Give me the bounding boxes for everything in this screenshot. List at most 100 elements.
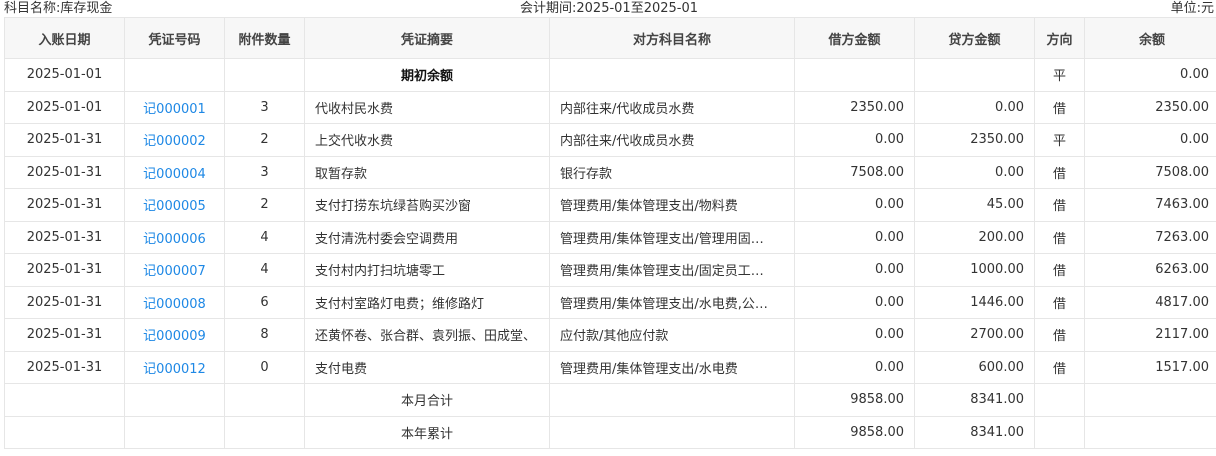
- cell-empty: [224, 383, 305, 417]
- cell-direction: 借: [1034, 350, 1085, 384]
- cell-voucher: 记000009: [124, 318, 225, 352]
- voucher-link[interactable]: 记000001: [143, 102, 206, 117]
- cell-counter-account: 应付款/其他应付款: [549, 318, 795, 352]
- cell-direction: 平: [1034, 58, 1085, 92]
- cell-voucher: 记000012: [124, 350, 225, 384]
- cell-direction: 借: [1034, 253, 1085, 287]
- cell-date: 2025-01-31: [4, 155, 125, 189]
- table-row[interactable]: 2025-01-01 期初余额 平 0.00: [4, 58, 1216, 92]
- cell-direction: 借: [1034, 155, 1085, 189]
- table-header-row: 入账日期 凭证号码 附件数量 凭证摘要 对方科目名称 借方金额 贷方金额 方向 …: [4, 17, 1216, 59]
- column-header-credit[interactable]: 贷方金额: [914, 17, 1035, 59]
- voucher-link[interactable]: 记000004: [143, 167, 206, 182]
- cell-date: 2025-01-01: [4, 58, 125, 92]
- column-header-counter-account[interactable]: 对方科目名称: [549, 17, 795, 59]
- cell-empty: [1034, 383, 1085, 417]
- table-row[interactable]: 2025-01-31 记000008 6 支付村室路灯电费；维修路灯 管理费用/集体管理…: [4, 285, 1216, 319]
- totals-label: 本月合计: [304, 383, 550, 417]
- cell-voucher: 记000008: [124, 285, 225, 319]
- column-header-balance[interactable]: 余额: [1084, 17, 1216, 59]
- totals-row: 本月合计 9858.00 8341.00: [4, 383, 1216, 417]
- cell-direction: 借: [1034, 220, 1085, 254]
- cell-summary: 期初余额: [304, 58, 550, 92]
- cell-debit: 2350.00: [794, 90, 915, 124]
- cell-summary: 取暂存款: [304, 155, 550, 189]
- column-header-voucher[interactable]: 凭证号码: [124, 17, 225, 59]
- cell-empty: [124, 383, 225, 417]
- cell-attachments: 0: [224, 350, 305, 384]
- cell-summary: 上交代收水费: [304, 123, 550, 157]
- cell-voucher: 记000005: [124, 188, 225, 222]
- cell-balance: 6263.00: [1084, 253, 1216, 287]
- voucher-link[interactable]: 记000012: [143, 362, 206, 377]
- cell-summary: 还黄怀卷、张合群、袁列振、田成堂、: [304, 318, 550, 352]
- cell-counter-account: [549, 58, 795, 92]
- cell-balance: 0.00: [1084, 58, 1216, 92]
- cell-debit: 0.00: [794, 220, 915, 254]
- cell-credit: 0.00: [914, 155, 1035, 189]
- cell-voucher: 记000002: [124, 123, 225, 157]
- cell-voucher: 记000006: [124, 220, 225, 254]
- cell-balance: 7263.00: [1084, 220, 1216, 254]
- table-row[interactable]: 2025-01-01 记000001 3 代收村民水费 内部往来/代收成员水费 2350.…: [4, 90, 1216, 124]
- cell-counter-account: 内部往来/代收成员水费: [549, 90, 795, 124]
- cell-attachments: 4: [224, 220, 305, 254]
- cell-credit: 600.00: [914, 350, 1035, 384]
- cell-credit: 2700.00: [914, 318, 1035, 352]
- cell-voucher: 记000001: [124, 90, 225, 124]
- cell-counter-account: 管理费用/集体管理支出/管理用固…: [549, 220, 795, 254]
- cell-counter-account: 管理费用/集体管理支出/水电费,公…: [549, 285, 795, 319]
- cell-direction: 平: [1034, 123, 1085, 157]
- cell-empty: [4, 383, 125, 417]
- cell-summary: 支付村室路灯电费；维修路灯: [304, 285, 550, 319]
- column-header-debit[interactable]: 借方金额: [794, 17, 915, 59]
- cell-direction: 借: [1034, 188, 1085, 222]
- table-row[interactable]: 2025-01-31 记000002 2 上交代收水费 内部往来/代收成员水费 0.00 2…: [4, 123, 1216, 157]
- cell-debit: 7508.00: [794, 155, 915, 189]
- cell-counter-account: 管理费用/集体管理支出/固定员工…: [549, 253, 795, 287]
- table-row[interactable]: 2025-01-31 记000012 0 支付电费 管理费用/集体管理支出/水电费 0.0…: [4, 350, 1216, 384]
- cell-credit: 1000.00: [914, 253, 1035, 287]
- cell-date: 2025-01-31: [4, 220, 125, 254]
- cell-attachments: 8: [224, 318, 305, 352]
- table-row[interactable]: 2025-01-31 记000004 3 取暂存款 银行存款 7508.00 0.00 借 75…: [4, 155, 1216, 189]
- totals-credit: 8341.00: [914, 383, 1035, 417]
- column-header-summary[interactable]: 凭证摘要: [304, 17, 550, 59]
- table-row[interactable]: 2025-01-31 记000009 8 还黄怀卷、张合群、袁列振、田成堂、 应付款/其…: [4, 318, 1216, 352]
- cell-empty: [124, 415, 225, 449]
- cell-debit: 0.00: [794, 123, 915, 157]
- cell-summary: 代收村民水费: [304, 90, 550, 124]
- cell-debit: 0.00: [794, 350, 915, 384]
- cell-empty: [224, 415, 305, 449]
- cell-credit: 2350.00: [914, 123, 1035, 157]
- cell-balance: 1517.00: [1084, 350, 1216, 384]
- cell-summary: 支付清洗村委会空调费用: [304, 220, 550, 254]
- cell-counter-account: 管理费用/集体管理支出/物料费: [549, 188, 795, 222]
- cell-direction: 借: [1034, 90, 1085, 124]
- table-row[interactable]: 2025-01-31 记000006 4 支付清洗村委会空调费用 管理费用/集体管理支出…: [4, 220, 1216, 254]
- voucher-link[interactable]: 记000008: [143, 297, 206, 312]
- column-header-attachments[interactable]: 附件数量: [224, 17, 305, 59]
- cell-credit: [914, 58, 1035, 92]
- column-header-direction[interactable]: 方向: [1034, 17, 1085, 59]
- cell-balance: 2350.00: [1084, 90, 1216, 124]
- voucher-link[interactable]: 记000007: [143, 264, 206, 279]
- cell-attachments: 2: [224, 123, 305, 157]
- cell-credit: 1446.00: [914, 285, 1035, 319]
- voucher-link[interactable]: 记000009: [143, 329, 206, 344]
- cell-date: 2025-01-31: [4, 350, 125, 384]
- table-row[interactable]: 2025-01-31 记000005 2 支付打捞东坑绿苔购买沙窗 管理费用/集体管理支…: [4, 188, 1216, 222]
- voucher-link[interactable]: 记000005: [143, 199, 206, 214]
- ledger-table: 入账日期 凭证号码 附件数量 凭证摘要 对方科目名称 借方金额 贷方金额 方向 …: [4, 17, 1216, 449]
- column-header-date[interactable]: 入账日期: [4, 17, 125, 59]
- cell-empty: [549, 383, 795, 417]
- voucher-link[interactable]: 记000002: [143, 134, 206, 149]
- table-row[interactable]: 2025-01-31 记000007 4 支付村内打扫坑塘零工 管理费用/集体管理支出/…: [4, 253, 1216, 287]
- voucher-link[interactable]: 记000006: [143, 232, 206, 247]
- cell-attachments: 3: [224, 90, 305, 124]
- cell-debit: 0.00: [794, 253, 915, 287]
- cell-date: 2025-01-01: [4, 90, 125, 124]
- cell-debit: 0.00: [794, 188, 915, 222]
- totals-label: 本年累计: [304, 415, 550, 449]
- cell-voucher: [124, 58, 225, 92]
